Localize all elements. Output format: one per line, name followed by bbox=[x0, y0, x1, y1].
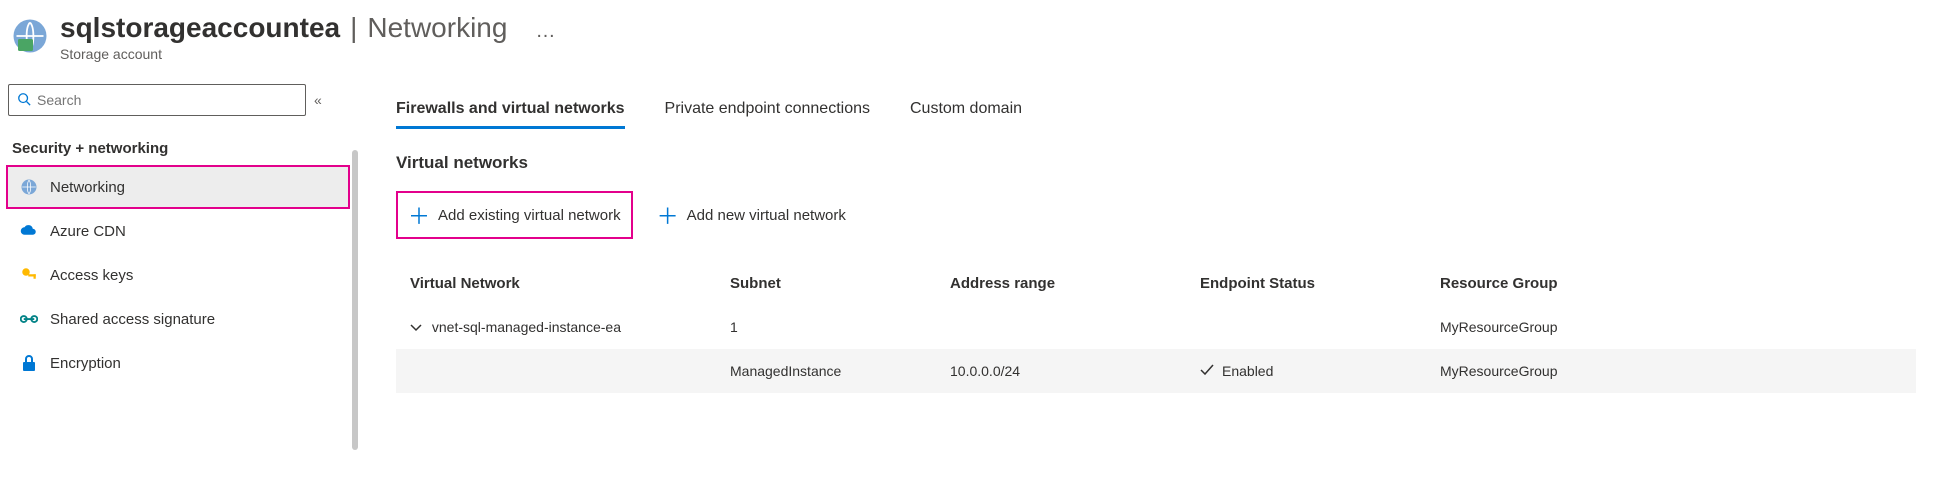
chevron-down-icon[interactable] bbox=[410, 319, 422, 335]
vnet-name: vnet-sql-managed-instance-ea bbox=[432, 319, 621, 335]
sidebar-item-encryption[interactable]: Encryption bbox=[8, 341, 348, 385]
sidebar-item-label: Networking bbox=[50, 179, 125, 196]
col-vnet: Virtual Network bbox=[410, 275, 730, 292]
search-input[interactable] bbox=[8, 84, 306, 116]
subnet-name: ManagedInstance bbox=[730, 363, 950, 379]
vnet-name-cell: vnet-sql-managed-instance-ea bbox=[410, 319, 730, 335]
sidebar-item-label: Azure CDN bbox=[50, 223, 126, 240]
cdn-icon bbox=[20, 222, 38, 240]
page-title: Networking bbox=[367, 12, 507, 44]
main-content: Firewalls and virtual networks Private e… bbox=[350, 0, 1942, 500]
col-subnet: Subnet bbox=[730, 275, 950, 292]
sidebar: « Security + networking Networking Azure… bbox=[0, 0, 350, 500]
tab-custom-domain[interactable]: Custom domain bbox=[910, 100, 1022, 129]
nav-list: Networking Azure CDN Access keys Shared … bbox=[8, 165, 350, 385]
vnet-table: Virtual Network Subnet Address range End… bbox=[396, 261, 1916, 393]
subnet-count: 1 bbox=[730, 319, 950, 335]
section-heading: Security + networking bbox=[12, 140, 350, 157]
status-text: Enabled bbox=[1222, 363, 1273, 379]
globe-icon bbox=[20, 178, 38, 196]
tab-private-endpoints[interactable]: Private endpoint connections bbox=[665, 100, 870, 129]
sidebar-item-label: Encryption bbox=[50, 355, 121, 372]
sidebar-item-label: Access keys bbox=[50, 267, 133, 284]
resource-group: MyResourceGroup bbox=[1440, 363, 1740, 379]
vnet-heading: Virtual networks bbox=[396, 153, 1942, 173]
plus-icon: ＋ bbox=[657, 199, 679, 231]
tab-bar: Firewalls and virtual networks Private e… bbox=[396, 100, 1942, 129]
link-icon bbox=[20, 310, 38, 328]
table-subrow[interactable]: ManagedInstance 10.0.0.0/24 Enabled MyRe… bbox=[396, 349, 1916, 393]
table-header: Virtual Network Subnet Address range End… bbox=[396, 261, 1916, 305]
sidebar-item-access-keys[interactable]: Access keys bbox=[8, 253, 348, 297]
action-label: Add existing virtual network bbox=[438, 207, 621, 224]
action-label: Add new virtual network bbox=[687, 207, 846, 224]
action-row: ＋ Add existing virtual network ＋ Add new… bbox=[396, 191, 1942, 239]
tab-firewalls[interactable]: Firewalls and virtual networks bbox=[396, 100, 625, 129]
title-divider: | bbox=[350, 12, 357, 44]
search-icon bbox=[17, 92, 31, 109]
col-address-range: Address range bbox=[950, 275, 1200, 292]
endpoint-status: Enabled bbox=[1200, 363, 1440, 379]
scrollbar[interactable] bbox=[352, 150, 358, 450]
sidebar-item-networking[interactable]: Networking bbox=[6, 165, 350, 209]
key-icon bbox=[20, 266, 38, 284]
add-new-vnet-button[interactable]: ＋ Add new virtual network bbox=[647, 191, 856, 239]
search-field[interactable] bbox=[37, 92, 297, 108]
col-resource-group: Resource Group bbox=[1440, 275, 1740, 292]
address-range: 10.0.0.0/24 bbox=[950, 363, 1200, 379]
collapse-icon[interactable]: « bbox=[314, 92, 318, 108]
check-icon bbox=[1200, 363, 1214, 379]
more-icon[interactable]: … bbox=[535, 20, 557, 43]
resource-group: MyResourceGroup bbox=[1440, 319, 1740, 335]
plus-icon: ＋ bbox=[408, 199, 430, 231]
sidebar-item-azure-cdn[interactable]: Azure CDN bbox=[8, 209, 348, 253]
add-existing-vnet-button[interactable]: ＋ Add existing virtual network bbox=[396, 191, 633, 239]
sidebar-item-sas[interactable]: Shared access signature bbox=[8, 297, 348, 341]
sidebar-item-label: Shared access signature bbox=[50, 311, 215, 328]
table-row[interactable]: vnet-sql-managed-instance-ea 1 MyResourc… bbox=[396, 305, 1916, 349]
col-endpoint-status: Endpoint Status bbox=[1200, 275, 1440, 292]
lock-icon bbox=[20, 354, 38, 372]
